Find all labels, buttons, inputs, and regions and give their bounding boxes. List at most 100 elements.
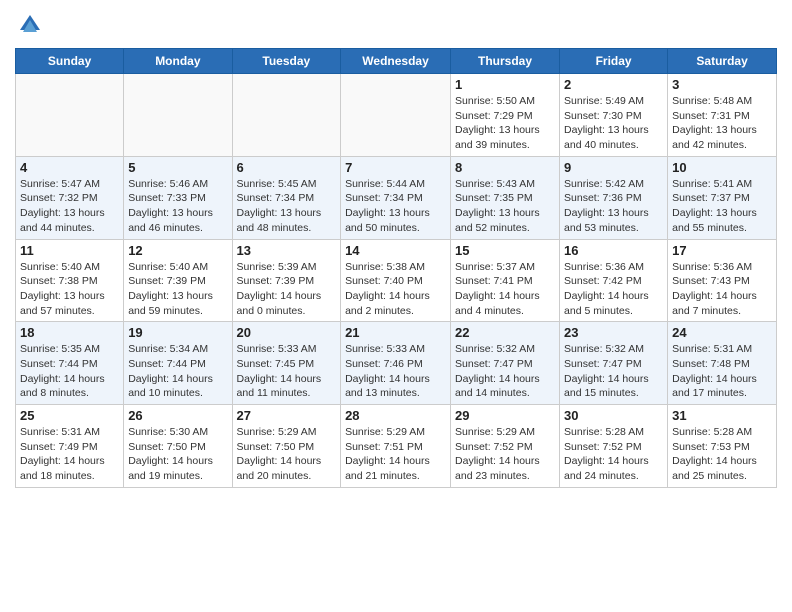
calendar-cell: 3 Sunrise: 5:48 AM Sunset: 7:31 PM Daylig…: [668, 74, 777, 157]
calendar-cell: 4 Sunrise: 5:47 AM Sunset: 7:32 PM Daylig…: [16, 156, 124, 239]
day-info: Sunrise: 5:49 AM Sunset: 7:30 PM Dayligh…: [564, 94, 663, 153]
day-info: Sunrise: 5:34 AM Sunset: 7:44 PM Dayligh…: [128, 342, 227, 401]
calendar-cell: 27 Sunrise: 5:29 AM Sunset: 7:50 PM Dayli…: [232, 405, 341, 488]
calendar-cell: 29 Sunrise: 5:29 AM Sunset: 7:52 PM Dayli…: [451, 405, 560, 488]
day-info: Sunrise: 5:36 AM Sunset: 7:42 PM Dayligh…: [564, 260, 663, 319]
day-info: Sunrise: 5:38 AM Sunset: 7:40 PM Dayligh…: [345, 260, 446, 319]
day-number: 25: [20, 408, 119, 423]
day-number: 29: [455, 408, 555, 423]
day-number: 21: [345, 325, 446, 340]
calendar-cell: [341, 74, 451, 157]
calendar-cell: [232, 74, 341, 157]
day-info: Sunrise: 5:29 AM Sunset: 7:50 PM Dayligh…: [237, 425, 337, 484]
calendar-cell: 15 Sunrise: 5:37 AM Sunset: 7:41 PM Dayli…: [451, 239, 560, 322]
calendar-cell: 26 Sunrise: 5:30 AM Sunset: 7:50 PM Dayli…: [124, 405, 232, 488]
calendar-cell: 17Sunrise: 5:36 AM Sunset: 7:43 PM Dayli…: [668, 239, 777, 322]
calendar-cell: 10 Sunrise: 5:41 AM Sunset: 7:37 PM Dayli…: [668, 156, 777, 239]
calendar-cell: 30Sunrise: 5:28 AM Sunset: 7:52 PM Dayli…: [560, 405, 668, 488]
calendar-cell: [124, 74, 232, 157]
day-info: Sunrise: 5:32 AM Sunset: 7:47 PM Dayligh…: [564, 342, 663, 401]
page: SundayMondayTuesdayWednesdayThursdayFrid…: [0, 0, 792, 612]
day-number: 3: [672, 77, 772, 92]
calendar-cell: 28 Sunrise: 5:29 AM Sunset: 7:51 PM Dayli…: [341, 405, 451, 488]
day-info: Sunrise: 5:44 AM Sunset: 7:34 PM Dayligh…: [345, 177, 446, 236]
calendar-week-1: 1 Sunrise: 5:50 AM Sunset: 7:29 PM Daylig…: [16, 74, 777, 157]
calendar-cell: 11 Sunrise: 5:40 AM Sunset: 7:38 PM Dayli…: [16, 239, 124, 322]
day-info: Sunrise: 5:29 AM Sunset: 7:52 PM Dayligh…: [455, 425, 555, 484]
calendar-cell: 25 Sunrise: 5:31 AM Sunset: 7:49 PM Dayli…: [16, 405, 124, 488]
weekday-header-wednesday: Wednesday: [341, 49, 451, 74]
day-number: 1: [455, 77, 555, 92]
day-number: 24: [672, 325, 772, 340]
day-info: Sunrise: 5:40 AM Sunset: 7:39 PM Dayligh…: [128, 260, 227, 319]
day-number: 28: [345, 408, 446, 423]
calendar-cell: 1 Sunrise: 5:50 AM Sunset: 7:29 PM Daylig…: [451, 74, 560, 157]
day-info: Sunrise: 5:47 AM Sunset: 7:32 PM Dayligh…: [20, 177, 119, 236]
day-info: Sunrise: 5:29 AM Sunset: 7:51 PM Dayligh…: [345, 425, 446, 484]
day-number: 17: [672, 243, 772, 258]
calendar-cell: 13Sunrise: 5:39 AM Sunset: 7:39 PM Dayli…: [232, 239, 341, 322]
day-number: 12: [128, 243, 227, 258]
weekday-header-saturday: Saturday: [668, 49, 777, 74]
calendar-cell: 14 Sunrise: 5:38 AM Sunset: 7:40 PM Dayli…: [341, 239, 451, 322]
calendar-cell: 2 Sunrise: 5:49 AM Sunset: 7:30 PM Daylig…: [560, 74, 668, 157]
calendar-cell: 9 Sunrise: 5:42 AM Sunset: 7:36 PM Daylig…: [560, 156, 668, 239]
day-info: Sunrise: 5:40 AM Sunset: 7:38 PM Dayligh…: [20, 260, 119, 319]
day-number: 16: [564, 243, 663, 258]
day-info: Sunrise: 5:45 AM Sunset: 7:34 PM Dayligh…: [237, 177, 337, 236]
day-number: 11: [20, 243, 119, 258]
calendar-cell: 23 Sunrise: 5:32 AM Sunset: 7:47 PM Dayli…: [560, 322, 668, 405]
weekday-header-row: SundayMondayTuesdayWednesdayThursdayFrid…: [16, 49, 777, 74]
calendar-cell: 5Sunrise: 5:46 AM Sunset: 7:33 PM Daylig…: [124, 156, 232, 239]
calendar-week-2: 4 Sunrise: 5:47 AM Sunset: 7:32 PM Daylig…: [16, 156, 777, 239]
day-number: 8: [455, 160, 555, 175]
weekday-header-tuesday: Tuesday: [232, 49, 341, 74]
calendar-cell: 21 Sunrise: 5:33 AM Sunset: 7:46 PM Dayli…: [341, 322, 451, 405]
day-number: 2: [564, 77, 663, 92]
day-info: Sunrise: 5:30 AM Sunset: 7:50 PM Dayligh…: [128, 425, 227, 484]
day-number: 26: [128, 408, 227, 423]
day-number: 10: [672, 160, 772, 175]
day-info: Sunrise: 5:31 AM Sunset: 7:48 PM Dayligh…: [672, 342, 772, 401]
day-info: Sunrise: 5:31 AM Sunset: 7:49 PM Dayligh…: [20, 425, 119, 484]
day-info: Sunrise: 5:32 AM Sunset: 7:47 PM Dayligh…: [455, 342, 555, 401]
day-number: 6: [237, 160, 337, 175]
day-number: 19: [128, 325, 227, 340]
day-number: 13: [237, 243, 337, 258]
weekday-header-sunday: Sunday: [16, 49, 124, 74]
calendar-cell: 8 Sunrise: 5:43 AM Sunset: 7:35 PM Daylig…: [451, 156, 560, 239]
calendar-cell: 19 Sunrise: 5:34 AM Sunset: 7:44 PM Dayli…: [124, 322, 232, 405]
day-number: 14: [345, 243, 446, 258]
day-info: Sunrise: 5:50 AM Sunset: 7:29 PM Dayligh…: [455, 94, 555, 153]
logo-icon: [15, 10, 45, 40]
day-info: Sunrise: 5:33 AM Sunset: 7:46 PM Dayligh…: [345, 342, 446, 401]
day-info: Sunrise: 5:33 AM Sunset: 7:45 PM Dayligh…: [237, 342, 337, 401]
day-number: 9: [564, 160, 663, 175]
day-info: Sunrise: 5:48 AM Sunset: 7:31 PM Dayligh…: [672, 94, 772, 153]
calendar-week-5: 25 Sunrise: 5:31 AM Sunset: 7:49 PM Dayli…: [16, 405, 777, 488]
calendar-cell: 24 Sunrise: 5:31 AM Sunset: 7:48 PM Dayli…: [668, 322, 777, 405]
calendar-cell: 7Sunrise: 5:44 AM Sunset: 7:34 PM Daylig…: [341, 156, 451, 239]
day-info: Sunrise: 5:42 AM Sunset: 7:36 PM Dayligh…: [564, 177, 663, 236]
calendar-cell: 12 Sunrise: 5:40 AM Sunset: 7:39 PM Dayli…: [124, 239, 232, 322]
header: [15, 10, 777, 40]
day-number: 30: [564, 408, 663, 423]
calendar-cell: 6 Sunrise: 5:45 AM Sunset: 7:34 PM Daylig…: [232, 156, 341, 239]
day-number: 22: [455, 325, 555, 340]
calendar-cell: 18Sunrise: 5:35 AM Sunset: 7:44 PM Dayli…: [16, 322, 124, 405]
calendar-cell: 22 Sunrise: 5:32 AM Sunset: 7:47 PM Dayli…: [451, 322, 560, 405]
day-number: 20: [237, 325, 337, 340]
day-number: 4: [20, 160, 119, 175]
day-info: Sunrise: 5:28 AM Sunset: 7:53 PM Dayligh…: [672, 425, 772, 484]
day-number: 15: [455, 243, 555, 258]
day-info: Sunrise: 5:37 AM Sunset: 7:41 PM Dayligh…: [455, 260, 555, 319]
weekday-header-thursday: Thursday: [451, 49, 560, 74]
day-number: 27: [237, 408, 337, 423]
day-info: Sunrise: 5:43 AM Sunset: 7:35 PM Dayligh…: [455, 177, 555, 236]
day-info: Sunrise: 5:41 AM Sunset: 7:37 PM Dayligh…: [672, 177, 772, 236]
weekday-header-monday: Monday: [124, 49, 232, 74]
logo: [15, 10, 49, 40]
calendar-table: SundayMondayTuesdayWednesdayThursdayFrid…: [15, 48, 777, 488]
day-number: 23: [564, 325, 663, 340]
weekday-header-friday: Friday: [560, 49, 668, 74]
